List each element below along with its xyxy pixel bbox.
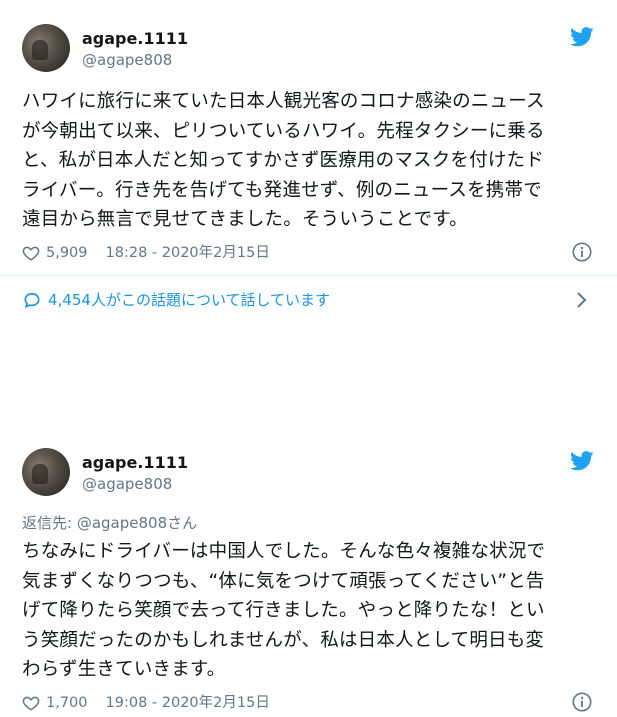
tweet-card-2: agape.1111 @agape808 返信先: @agape808さん ちな…	[0, 420, 617, 717]
divider	[0, 275, 617, 276]
tweet-meta: 5,909 18:28 - 2020年2月15日	[22, 243, 270, 263]
heart-icon[interactable]	[22, 244, 40, 262]
tweet-text: ちなみにドライバーは中国人でした。そんな色々複雑な状況で 気まずくなりつつも、“…	[22, 541, 546, 680]
reply-handle-link[interactable]: @agape808	[77, 514, 167, 532]
avatar[interactable]	[22, 448, 70, 496]
reply-suffix: さん	[167, 514, 198, 532]
chevron-right-icon[interactable]	[575, 290, 589, 310]
heart-icon[interactable]	[22, 694, 40, 712]
like-count[interactable]: 5,909	[46, 243, 88, 263]
reply-context: 返信先: @agape808さん	[22, 513, 197, 533]
avatar[interactable]	[22, 24, 70, 72]
reply-prefix: 返信先:	[22, 514, 73, 532]
conversation-link[interactable]: 4,454人がこの話題について話しています	[22, 290, 597, 310]
user-handle[interactable]: @agape808	[82, 474, 172, 494]
user-handle[interactable]: @agape808	[82, 50, 172, 70]
timestamp[interactable]: 18:28 - 2020年2月15日	[106, 243, 270, 263]
twitter-bird-icon[interactable]	[570, 27, 594, 47]
conversation-text[interactable]: 4,454人がこの話題について話しています	[48, 290, 330, 310]
twitter-bird-icon[interactable]	[570, 451, 594, 471]
tweet-card-1: agape.1111 @agape808 ハワイに旅行に来ていた日本人観光客のコ…	[0, 0, 617, 330]
info-icon[interactable]	[571, 241, 593, 263]
info-icon[interactable]	[571, 691, 593, 713]
like-count[interactable]: 1,700	[46, 693, 88, 713]
display-name[interactable]: agape.1111	[82, 29, 188, 49]
tweet-text: ハワイに旅行に来ていた日本人観光客のコロナ感染のニュース が今朝出て以来、ピリつ…	[22, 91, 545, 230]
timestamp[interactable]: 19:08 - 2020年2月15日	[106, 693, 270, 713]
speech-bubble-icon	[24, 292, 40, 309]
tweet-meta: 1,700 19:08 - 2020年2月15日	[22, 693, 270, 713]
display-name[interactable]: agape.1111	[82, 453, 188, 473]
